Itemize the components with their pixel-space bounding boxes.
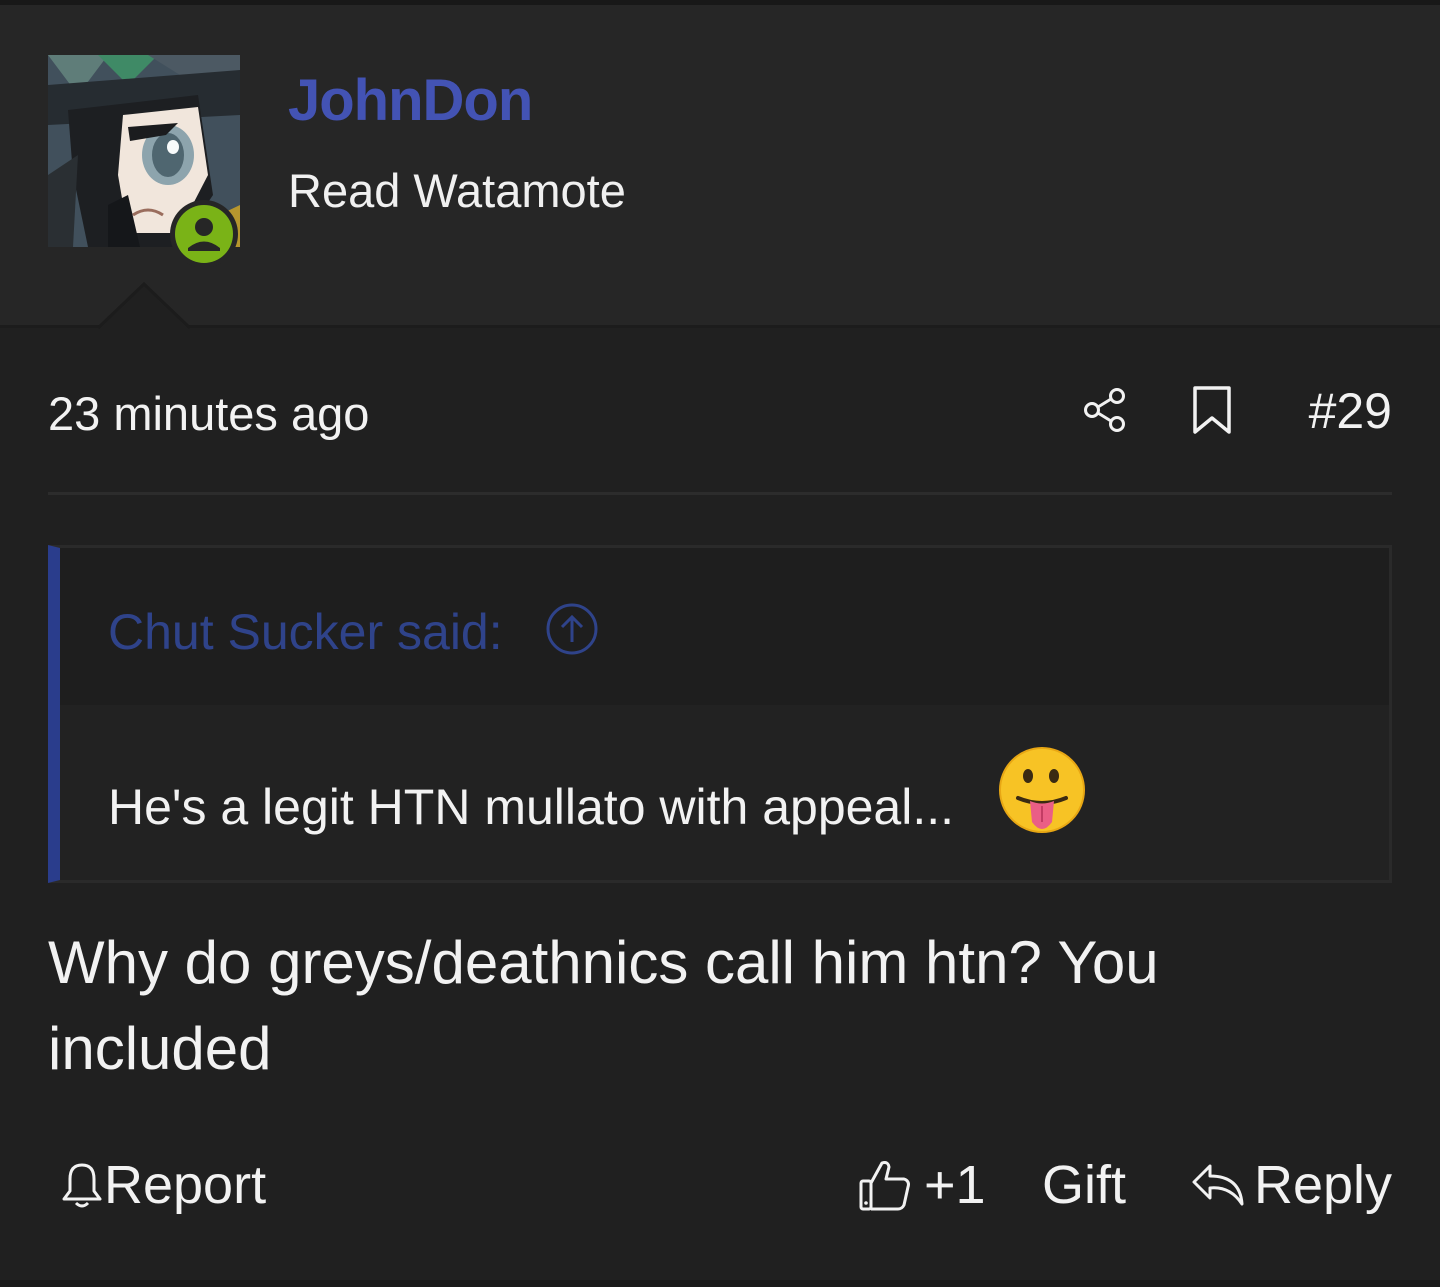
reply-label: Reply [1254, 1155, 1393, 1215]
bottom-border [0, 1280, 1440, 1287]
reply-arrow-icon [1192, 1164, 1244, 1206]
bell-icon [62, 1163, 102, 1208]
like-button[interactable]: +1 [858, 1150, 986, 1220]
author-title: Read Watamote [288, 164, 626, 217]
thumbs-up-icon [859, 1161, 910, 1211]
reply-button[interactable]: Reply [1190, 1150, 1392, 1220]
arrow-up-circle-icon[interactable] [545, 602, 599, 656]
bookmark-icon[interactable] [1190, 384, 1234, 436]
report-button[interactable]: Report [60, 1150, 266, 1220]
quote-header: Chut Sucker said: [60, 548, 1389, 705]
report-label: Report [104, 1155, 267, 1215]
author-username[interactable]: JohnDon [288, 67, 533, 134]
quote-text: He's a legit HTN mullato with appeal... [108, 779, 955, 835]
face-with-tongue-emoji [999, 747, 1085, 833]
online-status-badge [170, 200, 238, 268]
user-info-block: JohnDon Read Watamote [0, 5, 1440, 328]
quote-author[interactable]: Chut Sucker said: [108, 603, 503, 661]
meta-divider [48, 492, 1392, 495]
post-meta: 23 minutes ago #29 [48, 380, 1392, 450]
post-actions: Report +1 Gift Reply [48, 1150, 1392, 1220]
gift-button[interactable]: Gift [1042, 1150, 1126, 1220]
quote-block: Chut Sucker said: He's a legit HTN mulla… [48, 545, 1392, 883]
user-block-pointer [98, 282, 190, 330]
post-body: Why do greys/deathnics call him htn? You… [48, 929, 1159, 1082]
user-icon [188, 218, 220, 251]
gift-label: Gift [1042, 1155, 1127, 1215]
post-timestamp[interactable]: 23 minutes ago [48, 386, 369, 441]
like-count: +1 [924, 1155, 986, 1215]
post-number[interactable]: #29 [1309, 382, 1392, 440]
share-icon[interactable] [1080, 384, 1130, 434]
